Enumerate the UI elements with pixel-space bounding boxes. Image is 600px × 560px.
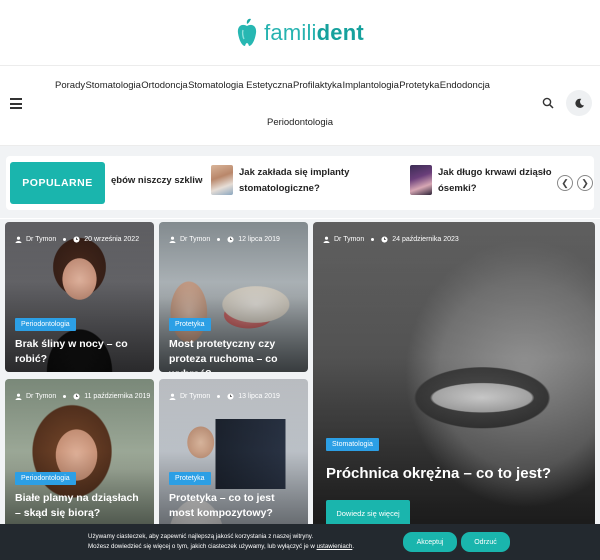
post-title[interactable]: Próchnica okrężna – co to jest? xyxy=(326,464,587,484)
nav-item-stomatologia[interactable]: Stomatologia xyxy=(85,80,140,91)
nav-item-profilaktyka[interactable]: Profilaktyka xyxy=(293,80,342,91)
nav-item-protetyka[interactable]: Protetyka xyxy=(399,80,439,91)
chevron-right-icon[interactable]: ❯ xyxy=(577,175,593,191)
post-meta: Dr Tymon 24 października 2023 xyxy=(323,236,459,243)
ticker-title: Jak długo krwawi dziąsło po xyxy=(438,167,552,178)
post-meta: Dr Tymon 11 października 2019 xyxy=(15,393,150,400)
post-author[interactable]: Dr Tymon xyxy=(26,393,56,400)
category-tag[interactable]: Periodontologia xyxy=(15,318,76,331)
theme-toggle-button[interactable] xyxy=(566,90,592,116)
post-title[interactable]: Białe plamy na dziąsłach – skąd się bior… xyxy=(15,491,146,521)
ticker-thumbnail xyxy=(410,165,432,195)
nav-row-secondary: Periodontologia xyxy=(0,117,600,128)
nav-item-ortodoncja[interactable]: Ortodoncja xyxy=(141,80,187,91)
nav-item-periodontologia[interactable]: Periodontologia xyxy=(267,117,333,128)
post-date: 20 września 2022 xyxy=(84,236,140,243)
cookie-line-1: Używamy ciasteczek, aby zapewnić najleps… xyxy=(88,533,314,540)
category-tag[interactable]: Protetyka xyxy=(169,472,211,485)
post-title[interactable]: Protetyka – co to jest most kompozytowy? xyxy=(169,491,300,521)
post-card[interactable]: Dr Tymon 12 lipca 2019 Protetyka Most pr… xyxy=(159,222,308,372)
ticker-title: Jak zakłada się implanty stomatologiczne… xyxy=(239,167,350,194)
nav-item-implantologia[interactable]: Implantologia xyxy=(342,80,399,91)
ticker-title-cont: ósemki? xyxy=(438,183,477,194)
user-icon xyxy=(323,236,330,243)
post-title[interactable]: Brak śliny w nocy – co robić? xyxy=(15,337,146,367)
nav-item-endodoncja[interactable]: Endodoncja xyxy=(440,80,490,91)
category-tag[interactable]: Protetyka xyxy=(169,318,211,331)
cookie-line-2-text: Możesz dowiedzieć się więcej o tym, jaki… xyxy=(88,543,317,550)
post-card[interactable]: Dr Tymon 20 września 2022 Periodontologi… xyxy=(5,222,154,372)
post-title[interactable]: Most protetyczny czy proteza ruchoma – c… xyxy=(169,337,300,372)
clock-icon xyxy=(227,393,234,400)
tooth-apple-logo-icon[interactable] xyxy=(236,18,258,48)
post-author[interactable]: Dr Tymon xyxy=(334,236,364,243)
read-more-button[interactable]: Dowiedz się więcej xyxy=(326,500,410,526)
clock-icon xyxy=(73,236,80,243)
category-tag[interactable]: Stomatologia xyxy=(326,438,379,451)
post-date: 13 lipca 2019 xyxy=(238,393,280,400)
user-icon xyxy=(15,236,22,243)
logo-light-text: famili xyxy=(264,19,317,45)
post-author[interactable]: Dr Tymon xyxy=(26,236,56,243)
post-author[interactable]: Dr Tymon xyxy=(180,236,210,243)
post-meta: Dr Tymon 13 lipca 2019 xyxy=(169,393,280,400)
user-icon xyxy=(15,393,22,400)
user-icon xyxy=(169,236,176,243)
hamburger-icon[interactable] xyxy=(10,98,22,109)
cookie-line-2-end: . xyxy=(352,543,355,550)
nav-item-stomatologia-estetyczna[interactable]: Stomatologia Estetyczna xyxy=(188,80,293,91)
featured-post-card[interactable]: Dr Tymon 24 października 2023 Stomatolog… xyxy=(313,222,595,560)
popular-label: POPULARNE xyxy=(10,162,105,204)
ticker-item-partial[interactable]: ębów niszczy szkliwo? xyxy=(111,175,203,186)
post-date: 11 października 2019 xyxy=(84,393,151,400)
site-logo[interactable]: familident xyxy=(264,20,364,46)
clock-icon xyxy=(381,236,388,243)
ticker-item[interactable]: Jak długo krwawi dziąsło po ósemki? xyxy=(410,165,552,197)
post-date: 24 października 2023 xyxy=(392,236,459,243)
clock-icon xyxy=(73,393,80,400)
nav-row-primary: Porady Stomatologia Ortodoncja Stomatolo… xyxy=(55,80,490,91)
moon-icon xyxy=(574,98,584,108)
cookie-settings-link[interactable]: ustawieniach xyxy=(317,543,353,550)
clock-icon xyxy=(227,236,234,243)
main-navigation: Porady Stomatologia Ortodoncja Stomatolo… xyxy=(0,66,600,146)
ticker-item[interactable]: Jak zakłada się implanty stomatologiczne… xyxy=(211,165,381,197)
search-icon[interactable] xyxy=(542,97,554,109)
post-date: 12 lipca 2019 xyxy=(238,236,280,243)
popular-ticker: POPULARNE ębów niszczy szkliwo? Jak zakł… xyxy=(6,156,594,210)
cookie-banner: Używamy ciasteczek, aby zapewnić najleps… xyxy=(0,524,600,560)
post-author[interactable]: Dr Tymon xyxy=(180,393,210,400)
post-meta: Dr Tymon 12 lipca 2019 xyxy=(169,236,280,243)
posts-grid: Dr Tymon 20 września 2022 Periodontologi… xyxy=(0,219,600,560)
site-header: familident xyxy=(0,0,600,66)
reject-cookies-button[interactable]: Odrzuć xyxy=(461,532,510,552)
accept-cookies-button[interactable]: Akceptuj xyxy=(403,532,457,552)
user-icon xyxy=(169,393,176,400)
category-tag[interactable]: Periodontologia xyxy=(15,472,76,485)
post-meta: Dr Tymon 20 września 2022 xyxy=(15,236,139,243)
popular-section: POPULARNE ębów niszczy szkliwo? Jak zakł… xyxy=(0,146,600,218)
logo-bold-text: dent xyxy=(316,19,364,45)
cookie-line-2: Możesz dowiedzieć się więcej o tym, jaki… xyxy=(88,542,354,552)
chevron-left-icon[interactable]: ❮ xyxy=(557,175,573,191)
nav-item-porady[interactable]: Porady xyxy=(55,80,85,91)
ticker-thumbnail xyxy=(211,165,233,195)
cookie-message: Używamy ciasteczek, aby zapewnić najleps… xyxy=(88,532,354,552)
